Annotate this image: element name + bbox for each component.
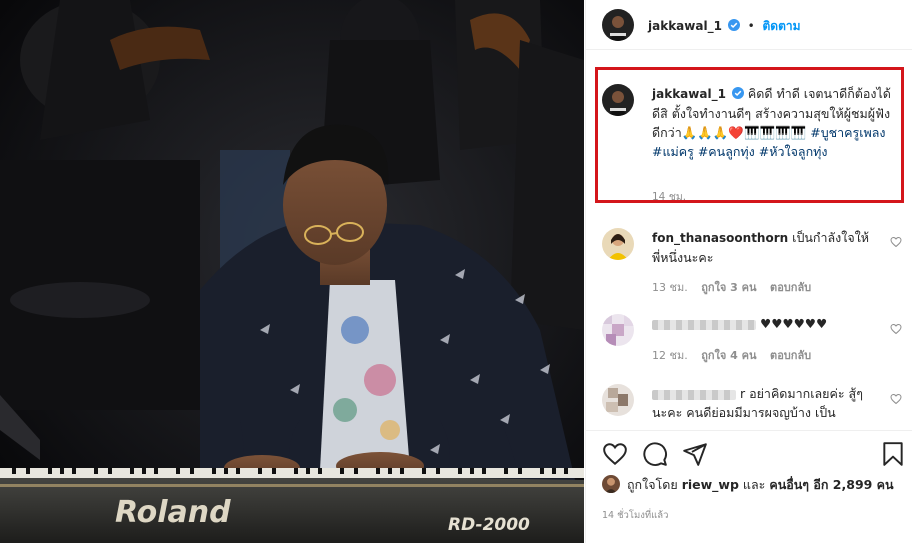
comment-body: ♥♥♥♥♥♥ [759,316,828,331]
heart-icon[interactable] [602,441,628,467]
comment-item: r อย่าคิดมากเลยค่ะ สู้ๆนะคะ คนดีย่อมมีมา… [602,384,902,429]
posted-time[interactable]: 14 ชั่วโมงที่แล้ว [602,508,668,523]
reply-button[interactable]: ตอบกลับ [770,281,811,294]
comment-meta: 12 ชม. ถูกใจ 4 คน ตอบกลับ [652,346,821,364]
roland-logo: Roland [115,495,231,530]
comment-text-block: fon_thanasoonthorn เป็นกำลังใจให้พี่หนึ่… [652,228,874,267]
caption-text-block: jakkawal_1 คิดดี ทำดี เจตนาดีก็ต้องได้ดี… [652,84,898,161]
commenter-avatar[interactable] [602,384,634,416]
verified-badge-icon [731,87,744,99]
liker-username[interactable]: riew_wp [682,477,739,492]
heart-icon[interactable] [890,393,902,405]
separator-dot: • [747,19,755,33]
follow-button[interactable]: ติดตาม [762,19,800,33]
comment-item: fon_thanasoonthorn เป็นกำลังใจให้พี่หนึ่… [602,228,902,298]
comment-item: ♥♥♥♥♥♥ 12 ชม. ถูกใจ 4 คน ตอบกลับ [602,314,902,374]
likes-and: และ [742,477,766,492]
post-header: jakkawal_1 • ติดตาม [586,0,912,50]
pianist-photo: Roland RD-2000 [0,0,584,543]
comment-likes[interactable]: ถูกใจ 4 คน [701,349,756,362]
comment-username[interactable]: fon_thanasoonthorn [652,231,788,245]
commenter-avatar[interactable] [602,228,634,260]
comment-time: 12 ชม. [652,349,688,362]
heart-icon[interactable] [890,323,902,335]
post-photo[interactable]: Roland RD-2000 [0,0,584,543]
author-avatar[interactable] [602,9,634,41]
likes-summary: ถูกใจโดย riew_wp และ คนอื่นๆ อีก 2,899 ค… [602,475,894,495]
liker-avatar[interactable] [602,475,620,493]
post-side-panel: jakkawal_1 • ติดตาม jakkawal_1 คิดดี ทำด… [585,0,912,543]
comment-text-block: ♥♥♥♥♥♥ [652,314,874,333]
blurred-username [652,319,756,330]
share-icon[interactable] [682,441,708,467]
model-label: RD-2000 [448,515,530,535]
comment-likes[interactable]: ถูกใจ 3 คน [701,281,756,294]
comment-meta: 13 ชม. ถูกใจ 3 คน ตอบกลับ [652,278,821,296]
caption-time: 14 ชม. [652,191,687,203]
blurred-username [652,389,736,400]
comment-time: 13 ชม. [652,281,688,294]
author-username[interactable]: jakkawal_1 [648,19,722,33]
comment-icon[interactable] [642,441,668,467]
comment-text-block: r อย่าคิดมากเลยค่ะ สู้ๆนะคะ คนดีย่อมมีมา… [652,384,874,422]
post-actions: ถูกใจโดย riew_wp และ คนอื่นๆ อีก 2,899 ค… [586,430,912,543]
caption-username[interactable]: jakkawal_1 [652,87,726,101]
likes-others[interactable]: คนอื่นๆ อีก 2,899 คน [769,477,893,492]
commenter-avatar[interactable] [602,314,634,346]
likes-prefix: ถูกใจโดย [626,477,678,492]
reply-button[interactable]: ตอบกลับ [770,349,811,362]
heart-icon[interactable] [890,236,902,248]
caption-avatar[interactable] [602,84,634,116]
bookmark-icon[interactable] [880,441,906,467]
verified-badge-icon [727,19,740,31]
